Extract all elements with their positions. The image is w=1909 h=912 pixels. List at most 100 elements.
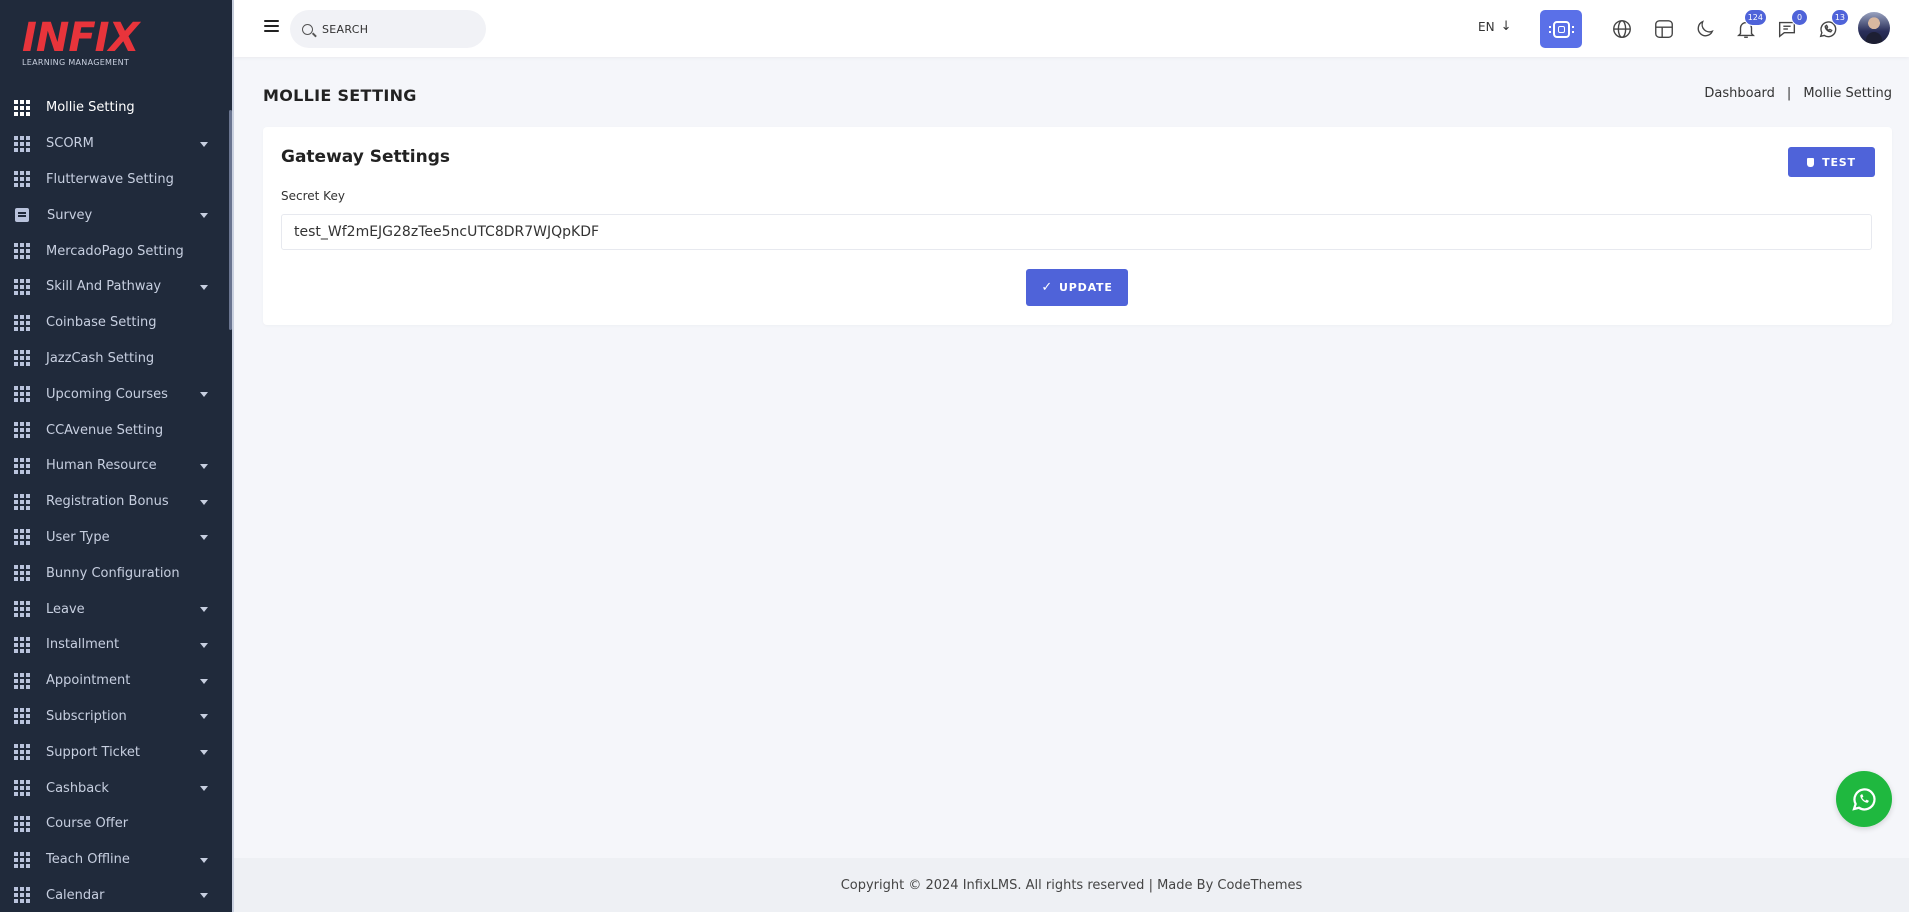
test-button[interactable]: TEST xyxy=(1788,147,1875,177)
topbar: EN ↓ 124 0 13 xyxy=(234,0,1909,57)
grid-icon xyxy=(14,278,30,295)
grid-icon xyxy=(14,422,30,439)
sidebar-item-cashback[interactable]: Cashback xyxy=(0,770,230,806)
grid-icon xyxy=(14,529,30,546)
sidebar-item-label: Course Offer xyxy=(46,816,129,832)
sidebar-item-subscription[interactable]: Subscription xyxy=(0,699,230,735)
sidebar-item-label: Mollie Setting xyxy=(46,100,135,116)
grid-icon xyxy=(14,672,30,689)
grid-icon xyxy=(14,815,30,832)
sidebar-item-course-offer[interactable]: Course Offer xyxy=(0,806,230,842)
notifications-badge: 124 xyxy=(1743,9,1767,26)
layout-icon[interactable] xyxy=(1653,18,1675,40)
test-button-label: TEST xyxy=(1822,155,1856,169)
breadcrumb-current: Mollie Setting xyxy=(1803,86,1892,101)
caret-down-icon xyxy=(200,463,208,469)
sidebar-item-label: JazzCash Setting xyxy=(46,350,155,366)
whatsapp-float-button[interactable] xyxy=(1836,771,1892,827)
sidebar-item-jazzcash-setting[interactable]: JazzCash Setting xyxy=(0,341,230,377)
update-button[interactable]: ✓ UPDATE xyxy=(1026,269,1128,306)
cpu-chip-icon xyxy=(1548,20,1574,38)
sidebar-item-label: Leave xyxy=(46,601,85,617)
grid-icon xyxy=(14,780,30,797)
copyright-text: Copyright © 2024 InfixLMS. All rights re… xyxy=(840,877,1303,893)
sidebar-item-label: Upcoming Courses xyxy=(46,386,168,402)
sidebar-item-user-type[interactable]: User Type xyxy=(0,520,230,556)
grid-icon xyxy=(14,243,30,260)
sidebar-item-installment[interactable]: Installment xyxy=(0,627,230,663)
sidebar-item-label: Installment xyxy=(46,637,120,653)
update-button-label: UPDATE xyxy=(1059,281,1113,294)
sidebar-item-coinbase-setting[interactable]: Coinbase Setting xyxy=(0,305,230,341)
ai-chip-button[interactable] xyxy=(1540,10,1582,48)
sidebar-item-skill-and-pathway[interactable]: Skill And Pathway xyxy=(0,269,230,305)
sidebar-item-calendar[interactable]: Calendar xyxy=(0,878,230,912)
caret-down-icon xyxy=(200,141,208,147)
moon-icon[interactable] xyxy=(1694,18,1716,40)
sidebar-item-label: Bunny Configuration xyxy=(46,565,180,581)
sidebar-scrollbar[interactable] xyxy=(229,110,232,330)
whatsapp-outline-icon[interactable]: 13 xyxy=(1817,9,1849,40)
search-box[interactable] xyxy=(290,10,486,48)
sidebar-item-label: Subscription xyxy=(46,708,127,724)
sidebar-item-label: Human Resource xyxy=(46,458,157,474)
grid-icon xyxy=(14,457,30,474)
language-code: EN xyxy=(1478,19,1495,34)
sidebar-item-survey[interactable]: Survey xyxy=(0,197,230,233)
caret-down-icon xyxy=(200,499,208,505)
breadcrumb: Dashboard | Mollie Setting xyxy=(1704,86,1892,101)
grid-icon xyxy=(14,887,30,904)
sidebar-item-label: Coinbase Setting xyxy=(46,315,157,331)
sidebar-item-teach-offline[interactable]: Teach Offline xyxy=(0,842,230,878)
whatsapp-badge: 13 xyxy=(1830,9,1849,26)
chat-icon[interactable]: 0 xyxy=(1776,9,1808,40)
sidebar-item-human-resource[interactable]: Human Resource xyxy=(0,448,230,484)
logo-brand: INFIX xyxy=(22,15,139,61)
sidebar-item-support-ticket[interactable]: Support Ticket xyxy=(0,734,230,770)
sidebar-item-ccavenue-setting[interactable]: CCAvenue Setting xyxy=(0,412,230,448)
sidebar-item-mollie-setting[interactable]: Mollie Setting xyxy=(0,90,230,126)
caret-down-icon xyxy=(200,857,208,863)
sidebar-item-label: Cashback xyxy=(46,780,109,796)
sidebar-item-label: Flutterwave Setting xyxy=(46,171,174,187)
sidebar-menu: Mollie Setting SCORM Flutterwave Setting Su… xyxy=(0,90,230,912)
grid-icon xyxy=(14,493,30,510)
flask-icon xyxy=(1807,157,1815,167)
globe-icon[interactable] xyxy=(1611,18,1633,40)
grid-icon xyxy=(14,708,30,725)
language-selector[interactable]: EN ↓ xyxy=(1478,19,1511,34)
sidebar-item-label: Teach Offline xyxy=(46,852,130,868)
sidebar-item-label: User Type xyxy=(46,529,110,545)
gateway-settings-card: Gateway Settings TEST Secret Key ✓ UPDAT… xyxy=(263,127,1892,325)
sidebar-item-label: Survey xyxy=(47,207,93,223)
search-input[interactable] xyxy=(322,22,462,36)
sidebar-item-scorm[interactable]: SCORM xyxy=(0,126,230,162)
grid-icon xyxy=(14,636,30,653)
sidebar-item-appointment[interactable]: Appointment xyxy=(0,663,230,699)
sidebar-item-flutterwave-setting[interactable]: Flutterwave Setting xyxy=(0,162,230,198)
user-avatar[interactable] xyxy=(1858,12,1890,44)
menu-toggle-icon[interactable] xyxy=(264,20,279,32)
breadcrumb-dashboard[interactable]: Dashboard xyxy=(1704,86,1775,101)
sidebar-item-upcoming-courses[interactable]: Upcoming Courses xyxy=(0,376,230,412)
secret-key-input[interactable] xyxy=(281,214,1872,250)
sidebar-item-leave[interactable]: Leave xyxy=(0,591,230,627)
grid-icon xyxy=(14,99,30,116)
bell-icon[interactable]: 124 xyxy=(1735,9,1767,40)
sidebar-item-label: Skill And Pathway xyxy=(46,279,162,295)
arrow-down-icon: ↓ xyxy=(1500,19,1512,34)
caret-down-icon xyxy=(200,714,208,720)
sidebar-item-registration-bonus[interactable]: Registration Bonus xyxy=(0,484,230,520)
grid-icon xyxy=(14,350,30,367)
caret-down-icon xyxy=(200,213,208,219)
caret-down-icon xyxy=(200,893,208,899)
caret-down-icon xyxy=(200,642,208,648)
card-title: Gateway Settings xyxy=(281,147,450,167)
caret-down-icon xyxy=(200,284,208,290)
caret-down-icon xyxy=(200,678,208,684)
sidebar-item-bunny-configuration[interactable]: Bunny Configuration xyxy=(0,555,230,591)
logo[interactable]: INFIX LEARNING MANAGEMENT xyxy=(22,18,162,68)
sidebar-item-mercadopago-setting[interactable]: MercadoPago Setting xyxy=(0,233,230,269)
grid-icon xyxy=(14,135,30,152)
document-icon xyxy=(15,208,29,223)
